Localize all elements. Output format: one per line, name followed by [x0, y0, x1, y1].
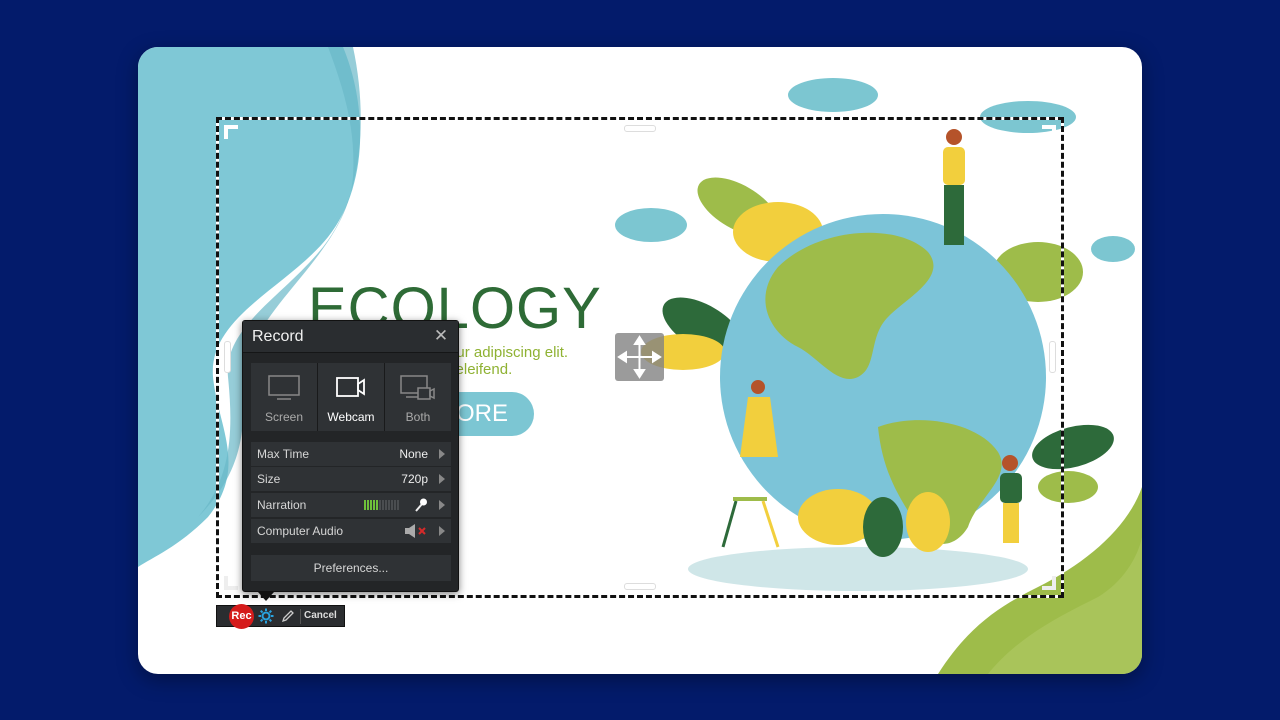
chevron-right-icon [439, 526, 445, 536]
chevron-right-icon [439, 449, 445, 459]
close-icon[interactable]: ✕ [432, 327, 450, 345]
recorder-toolbar: Rec Cancel [216, 604, 345, 629]
gear-icon[interactable] [258, 608, 274, 624]
record-panel: Record ✕ Screen Webcam Both Max Time Non… [242, 320, 459, 592]
setting-narration[interactable]: Narration [251, 493, 451, 517]
rec-button[interactable]: Rec [229, 604, 254, 629]
webcam-icon [336, 377, 365, 397]
setting-label: Computer Audio [257, 524, 344, 538]
cloud [1091, 236, 1135, 262]
monitor-webcam-icon [400, 375, 435, 400]
meter-bar [382, 500, 384, 510]
narration-level-meter [364, 500, 399, 510]
chevron-right-icon [439, 500, 445, 510]
microphone-icon [415, 498, 427, 512]
meter-bar [379, 500, 381, 510]
meter-bar [373, 500, 375, 510]
cancel-button[interactable]: Cancel [304, 610, 337, 621]
mode-label: Webcam [327, 410, 375, 424]
mode-both-button[interactable]: Both [385, 363, 451, 431]
meter-bar [364, 500, 366, 510]
chevron-right-icon [439, 474, 445, 484]
resize-handle-left[interactable] [224, 341, 231, 373]
meter-bar [370, 500, 372, 510]
resize-handle-top-left[interactable] [224, 125, 238, 139]
move-handle[interactable] [615, 333, 664, 381]
cloud [788, 78, 878, 112]
monitor-icon [268, 375, 300, 400]
resize-handle-bottom-right[interactable] [1042, 576, 1056, 590]
meter-bar [385, 500, 387, 510]
setting-label: Size [257, 472, 281, 486]
setting-label: Narration [257, 498, 307, 512]
meter-bar [376, 500, 378, 510]
resize-handle-top[interactable] [624, 125, 656, 132]
setting-size[interactable]: Size 720p [251, 467, 451, 491]
setting-computer-audio[interactable]: Computer Audio [251, 519, 451, 543]
mode-screen-button[interactable]: Screen [251, 363, 317, 431]
resize-handle-right[interactable] [1049, 341, 1056, 373]
meter-bar [397, 500, 399, 510]
panel-pointer [258, 592, 274, 601]
setting-max-time[interactable]: Max Time None [251, 442, 451, 466]
mode-label: Screen [264, 410, 304, 424]
setting-value: 720p [401, 472, 428, 486]
move-arrows-icon [617, 335, 662, 379]
mode-label: Both [405, 410, 431, 424]
pencil-icon[interactable] [280, 608, 296, 624]
mode-webcam-button[interactable]: Webcam [318, 363, 384, 431]
setting-value: None [399, 447, 428, 461]
toolbar-divider [300, 609, 301, 624]
setting-label: Max Time [257, 447, 310, 461]
preferences-button[interactable]: Preferences... [251, 555, 451, 581]
speaker-muted-icon [405, 524, 426, 538]
meter-bar [394, 500, 396, 510]
resize-handle-bottom[interactable] [624, 583, 656, 590]
meter-bar [391, 500, 393, 510]
record-panel-header: Record ✕ [243, 321, 458, 353]
record-mode-selector: Screen Webcam Both [251, 363, 451, 431]
meter-bar [388, 500, 390, 510]
record-panel-title: Record [252, 328, 304, 345]
resize-handle-top-right[interactable] [1042, 125, 1056, 139]
meter-bar [367, 500, 369, 510]
resize-handle-bottom-left[interactable] [224, 576, 238, 590]
